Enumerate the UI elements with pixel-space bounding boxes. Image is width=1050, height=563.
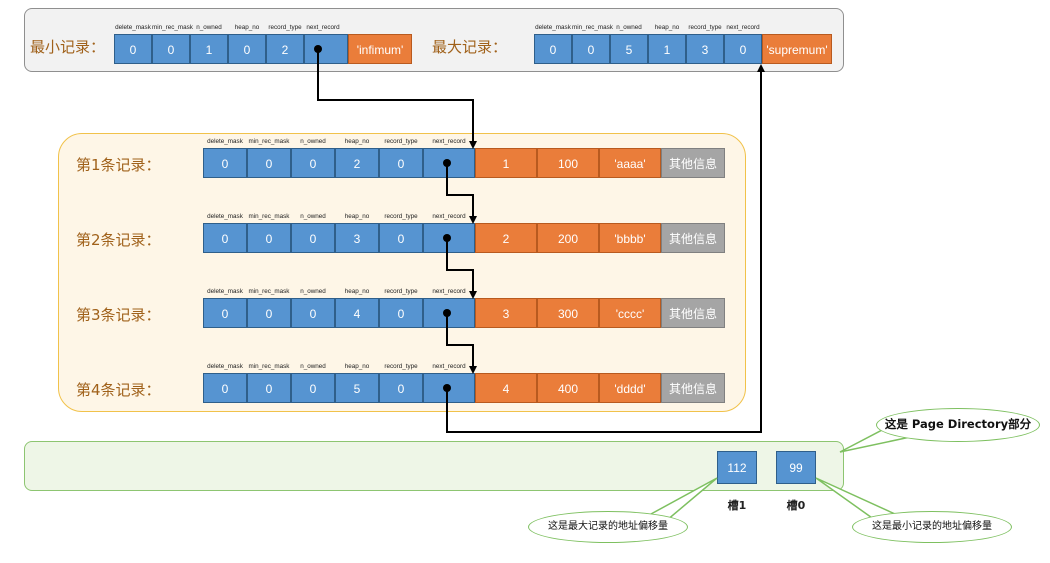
record-1-to-record-2-arrow <box>446 163 477 224</box>
page-directory-callout: 这是 Page Directory部分 <box>876 408 1040 442</box>
record-4-to-supremum-arrow <box>446 64 765 433</box>
record-2-to-record-3-arrow <box>446 238 477 299</box>
slot-0-note: 这是最小记录的地址偏移量 <box>852 511 1012 543</box>
slot-1-note: 这是最大记录的地址偏移量 <box>528 511 688 543</box>
record-3-to-record-4-arrow <box>446 313 477 374</box>
infimum-to-record-1-arrow <box>317 49 477 149</box>
pointer-lines <box>314 45 917 527</box>
